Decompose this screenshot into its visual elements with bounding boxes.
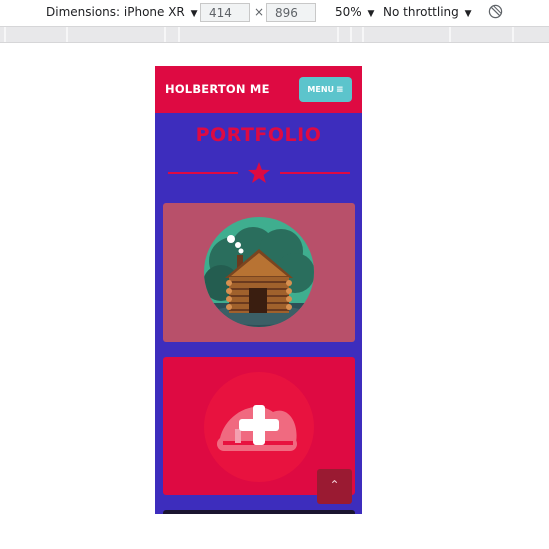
media-query-marker[interactable] bbox=[512, 27, 514, 42]
media-query-marker[interactable] bbox=[449, 27, 451, 42]
hamburger-icon: ≡ bbox=[336, 85, 344, 95]
media-query-marker[interactable] bbox=[362, 27, 364, 42]
dimension-separator: × bbox=[254, 5, 265, 19]
scroll-to-top-button[interactable]: ⌃ bbox=[317, 469, 352, 504]
menu-button-label: MENU bbox=[307, 85, 335, 94]
star-icon bbox=[248, 162, 270, 183]
media-query-marker[interactable] bbox=[350, 27, 352, 42]
throttling-label: No throttling bbox=[383, 5, 459, 19]
section-title: PORTFOLIO bbox=[195, 124, 322, 146]
site-navbar: HOLBERTON ME MENU ≡ bbox=[155, 66, 362, 113]
width-input[interactable] bbox=[200, 3, 250, 22]
chevron-down-icon: ▼ bbox=[464, 9, 472, 19]
site-brand[interactable]: HOLBERTON ME bbox=[165, 82, 270, 96]
divider-line bbox=[168, 172, 238, 174]
media-query-marker[interactable] bbox=[337, 27, 339, 42]
media-query-bar[interactable] bbox=[0, 26, 549, 43]
device-selector[interactable]: Dimensions: iPhone XR ▼ bbox=[46, 5, 198, 19]
zoom-label: 50% bbox=[335, 5, 362, 19]
chevron-up-icon: ⌃ bbox=[329, 478, 340, 492]
zoom-selector[interactable]: 50% ▼ bbox=[335, 5, 374, 19]
device-viewport: HOLBERTON ME MENU ≡ PORTFOLIO bbox=[155, 66, 362, 514]
throttling-selector[interactable]: No throttling ▼ bbox=[383, 5, 472, 19]
media-query-marker[interactable] bbox=[164, 27, 166, 42]
divider-line bbox=[280, 172, 350, 174]
portfolio-item[interactable] bbox=[163, 510, 355, 514]
portfolio-item[interactable] bbox=[163, 203, 355, 342]
chevron-down-icon: ▼ bbox=[367, 9, 375, 19]
height-input[interactable] bbox=[266, 3, 316, 22]
devtools-device-toolbar: Dimensions: iPhone XR ▼ × 50% ▼ No throt… bbox=[0, 0, 549, 26]
media-query-marker[interactable] bbox=[178, 27, 180, 42]
log-cabin-icon bbox=[204, 217, 314, 327]
menu-button[interactable]: MENU ≡ bbox=[299, 77, 352, 102]
device-selector-label: Dimensions: iPhone XR bbox=[46, 5, 185, 19]
media-query-marker[interactable] bbox=[4, 27, 6, 42]
rotate-icon[interactable] bbox=[488, 4, 503, 19]
media-query-marker[interactable] bbox=[66, 27, 68, 42]
chevron-down-icon: ▼ bbox=[190, 9, 198, 19]
